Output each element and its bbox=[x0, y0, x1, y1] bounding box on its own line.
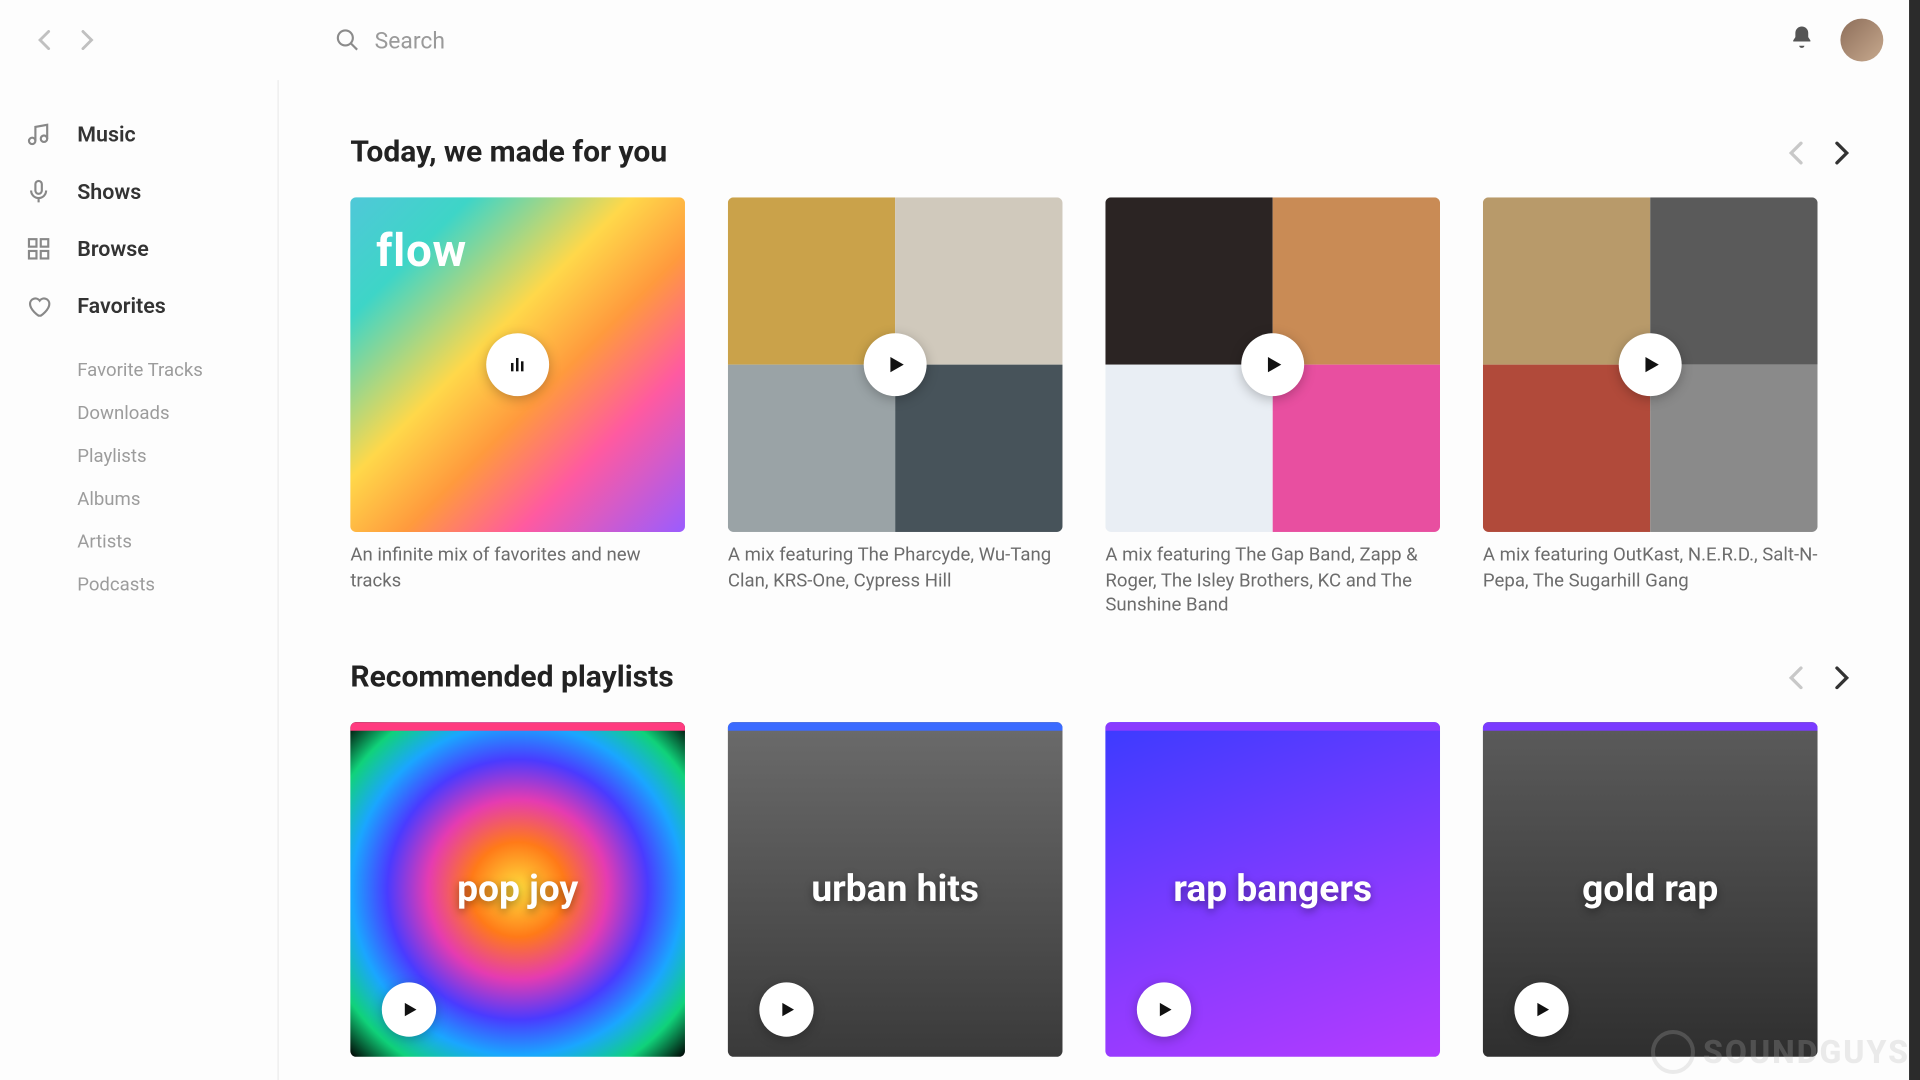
sidebar-sub-downloads[interactable]: Downloads bbox=[77, 392, 277, 435]
sidebar-item-shows[interactable]: Shows bbox=[26, 163, 278, 220]
playlist-card[interactable]: urban hits bbox=[728, 722, 1063, 1057]
flow-card[interactable]: flow An infinite mix of favorites and ne… bbox=[350, 197, 685, 618]
playlist-title: urban hits bbox=[794, 867, 996, 910]
flow-logo: flow bbox=[376, 223, 467, 277]
mix-card[interactable]: A mix featuring The Gap Band, Zapp & Rog… bbox=[1105, 197, 1440, 618]
forward-button[interactable] bbox=[69, 21, 106, 58]
app-window: Music Shows Browse Favorites Favorite Tr… bbox=[0, 0, 1909, 1080]
flow-cover[interactable]: flow bbox=[350, 197, 685, 532]
section-made-for-you: Today, we made for you flow An infinite … bbox=[350, 134, 1860, 618]
play-button[interactable] bbox=[1241, 333, 1304, 396]
play-button[interactable] bbox=[1619, 333, 1682, 396]
playlist-title: pop joy bbox=[440, 867, 595, 910]
heart-icon bbox=[26, 293, 57, 319]
playlist-accent-strip bbox=[1483, 722, 1818, 731]
playlist-cover[interactable]: rap bangers bbox=[1105, 722, 1440, 1057]
playlist-cover[interactable]: gold rap bbox=[1483, 722, 1818, 1057]
sidebar-sub-favorite-tracks[interactable]: Favorite Tracks bbox=[77, 349, 277, 392]
play-button[interactable] bbox=[1137, 982, 1191, 1036]
section-title: Recommended playlists bbox=[350, 660, 673, 694]
search-icon bbox=[335, 27, 361, 53]
playlist-card[interactable]: rap bangers bbox=[1105, 722, 1440, 1057]
carousel-prev-button[interactable] bbox=[1777, 134, 1814, 171]
microphone-icon bbox=[26, 179, 57, 205]
card-description: A mix featuring OutKast, N.E.R.D., Salt-… bbox=[1483, 543, 1818, 593]
mix-card[interactable]: A mix featuring OutKast, N.E.R.D., Salt-… bbox=[1483, 197, 1818, 618]
sidebar: Music Shows Browse Favorites Favorite Tr… bbox=[0, 80, 279, 1080]
play-button[interactable] bbox=[864, 333, 927, 396]
mix-cover[interactable] bbox=[728, 197, 1063, 532]
mix-cover[interactable] bbox=[1105, 197, 1440, 532]
playlist-card[interactable]: gold rap bbox=[1483, 722, 1818, 1057]
playlist-card[interactable]: pop joy bbox=[350, 722, 685, 1057]
card-description: A mix featuring The Gap Band, Zapp & Rog… bbox=[1105, 543, 1440, 618]
playlist-title: rap bangers bbox=[1156, 867, 1389, 910]
mix-cover[interactable] bbox=[1483, 197, 1818, 532]
main-content: Today, we made for you flow An infinite … bbox=[279, 80, 1909, 1080]
sidebar-item-label: Music bbox=[77, 122, 136, 148]
play-button[interactable] bbox=[759, 982, 813, 1036]
top-bar bbox=[0, 0, 1909, 80]
sidebar-sub-albums[interactable]: Albums bbox=[77, 478, 277, 521]
back-button[interactable] bbox=[26, 21, 63, 58]
sidebar-sub-podcasts[interactable]: Podcasts bbox=[77, 563, 277, 606]
section-title: Today, we made for you bbox=[350, 136, 667, 170]
sidebar-item-browse[interactable]: Browse bbox=[26, 220, 278, 277]
sidebar-subnav: Favorite Tracks Downloads Playlists Albu… bbox=[77, 349, 277, 606]
sidebar-item-label: Browse bbox=[77, 236, 149, 262]
carousel-next-button[interactable] bbox=[1823, 659, 1860, 696]
playlist-cover[interactable]: urban hits bbox=[728, 722, 1063, 1057]
mix-card[interactable]: A mix featuring The Pharcyde, Wu-Tang Cl… bbox=[728, 197, 1063, 618]
music-note-icon bbox=[26, 122, 57, 148]
playlist-accent-strip bbox=[728, 722, 1063, 731]
card-description: A mix featuring The Pharcyde, Wu-Tang Cl… bbox=[728, 543, 1063, 593]
sidebar-item-favorites[interactable]: Favorites bbox=[26, 277, 278, 334]
playlist-accent-strip bbox=[1105, 722, 1440, 731]
play-button[interactable] bbox=[486, 333, 549, 396]
playlist-cover[interactable]: pop joy bbox=[350, 722, 685, 1057]
play-button[interactable] bbox=[1514, 982, 1568, 1036]
search-input[interactable] bbox=[375, 26, 804, 53]
playlist-title: gold rap bbox=[1565, 867, 1735, 910]
sidebar-sub-playlists[interactable]: Playlists bbox=[77, 435, 277, 478]
notifications-button[interactable] bbox=[1789, 23, 1815, 57]
sidebar-item-label: Favorites bbox=[77, 293, 166, 319]
sidebar-item-label: Shows bbox=[77, 179, 141, 205]
grid-icon bbox=[26, 236, 57, 262]
avatar[interactable] bbox=[1840, 19, 1883, 62]
sidebar-sub-artists[interactable]: Artists bbox=[77, 521, 277, 564]
playlist-accent-strip bbox=[350, 722, 685, 731]
search-field[interactable] bbox=[335, 26, 804, 53]
card-description: An infinite mix of favorites and new tra… bbox=[350, 543, 685, 593]
carousel-prev-button[interactable] bbox=[1777, 659, 1814, 696]
section-recommended-playlists: Recommended playlists pop joy urban hits r… bbox=[350, 659, 1860, 1057]
sidebar-item-music[interactable]: Music bbox=[26, 106, 278, 163]
carousel-next-button[interactable] bbox=[1823, 134, 1860, 171]
play-button[interactable] bbox=[382, 982, 436, 1036]
